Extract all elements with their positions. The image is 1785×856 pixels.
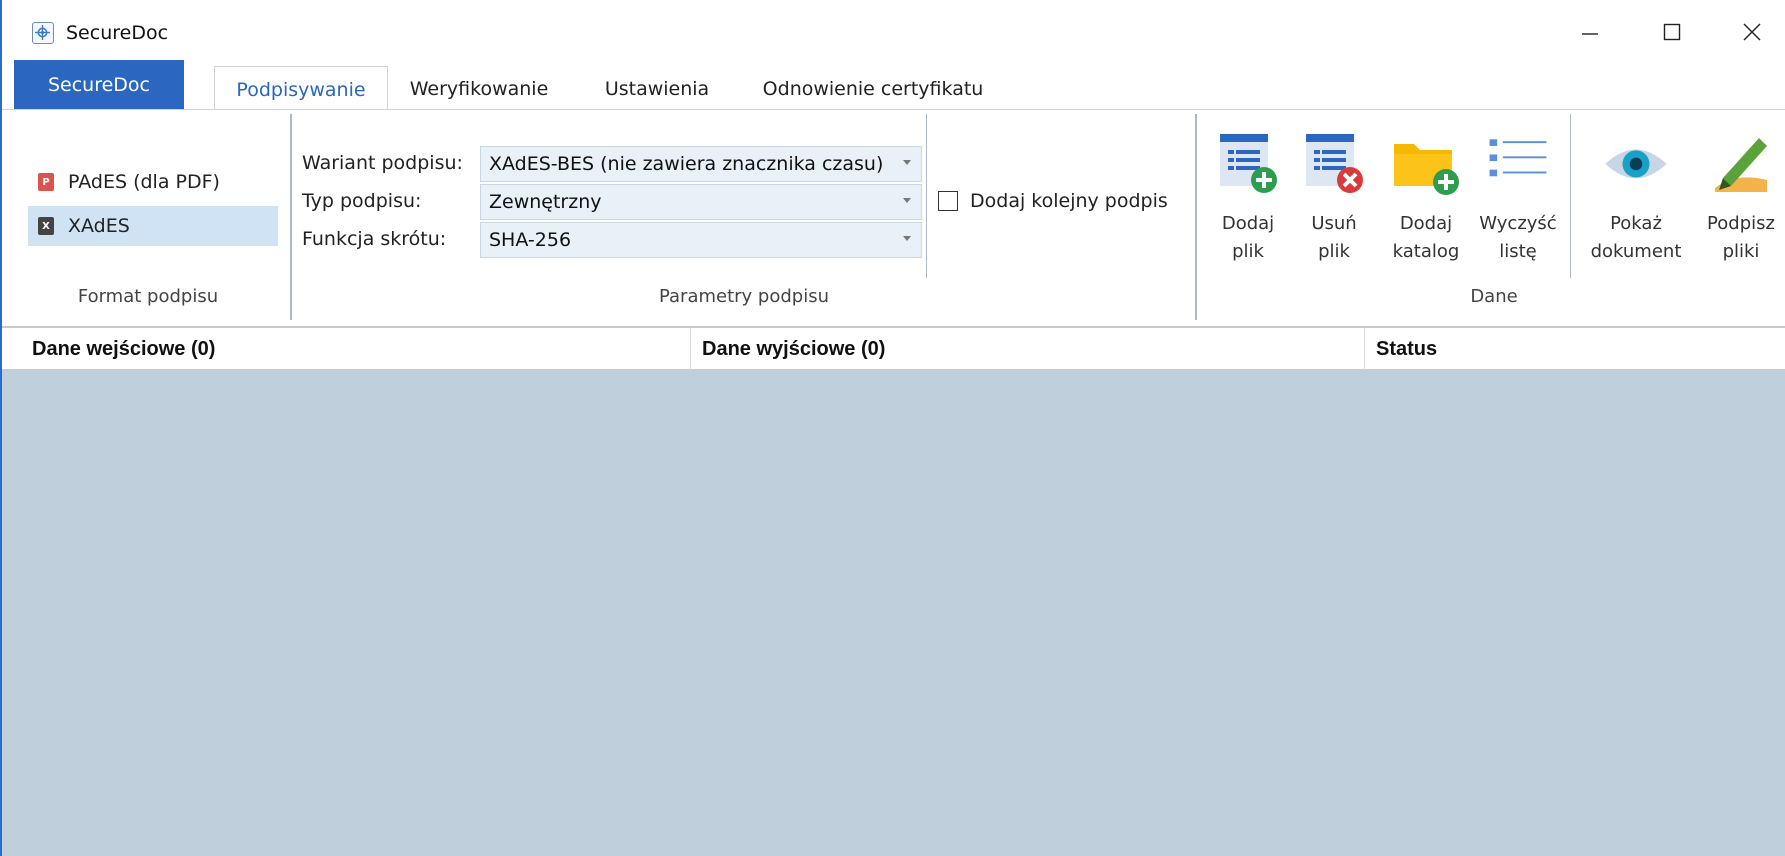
group-label-params: Parametry podpisu	[658, 286, 830, 307]
variant-label: Wariant podpisu:	[302, 152, 463, 174]
show-document-label-2: dokument	[1590, 241, 1682, 262]
add-folder-label-1: Dodaj	[1399, 213, 1453, 234]
group-separator	[1195, 114, 1197, 320]
table-header: Dane wejściowe (0) Dane wyjściowe (0) St…	[2, 326, 1785, 370]
format-pades[interactable]: P PAdES (dla PDF)	[28, 162, 278, 202]
add-file-label-2: plik	[1232, 241, 1264, 262]
group-label-data: Dane	[1470, 286, 1518, 307]
type-select[interactable]: Zewnętrzny	[480, 184, 922, 220]
tab-podpisywanie[interactable]: Podpisywanie	[214, 66, 388, 112]
type-label: Typ podpisu:	[302, 190, 422, 212]
clear-list-button[interactable]: Wyczyść listę	[1472, 124, 1564, 266]
format-xades[interactable]: X XAdES	[28, 206, 278, 246]
checkbox-box[interactable]	[938, 191, 958, 211]
app-window: SecureDoc SecureDoc Podpisywanie Weryfik…	[0, 0, 1785, 856]
sign-files-button[interactable]: Podpisz pliki	[1698, 124, 1784, 266]
title-bar: SecureDoc	[2, 0, 1785, 58]
xml-file-icon: X	[38, 217, 54, 235]
variant-value: XAdES-BES (nie zawiera znacznika czasu)	[489, 153, 884, 175]
group-separator	[290, 114, 292, 320]
add-file-label-1: Dodaj	[1221, 213, 1275, 234]
column-status[interactable]: Status	[1376, 328, 1437, 370]
chevron-down-icon	[903, 198, 911, 203]
add-file-icon	[1212, 124, 1284, 202]
clear-list-icon	[1482, 124, 1554, 202]
close-button[interactable]	[1722, 12, 1782, 52]
show-document-label-1: Pokaż	[1610, 213, 1662, 234]
window-title: SecureDoc	[66, 22, 169, 44]
add-folder-label-2: katalog	[1392, 241, 1460, 262]
remove-file-label-2: plik	[1318, 241, 1350, 262]
group-label-format: Format podpisu	[77, 286, 219, 307]
tab-app-menu[interactable]: SecureDoc	[14, 60, 184, 110]
file-list-area[interactable]	[2, 370, 1785, 856]
minimize-icon	[1582, 33, 1598, 35]
column-output-data[interactable]: Dane wyjściowe (0)	[702, 328, 885, 370]
eye-icon	[1600, 124, 1672, 202]
maximize-button[interactable]	[1642, 12, 1702, 52]
clear-list-label-2: listę	[1499, 241, 1537, 262]
add-folder-button[interactable]: Dodaj katalog	[1382, 124, 1470, 266]
add-signature-checkbox[interactable]: Dodaj kolejny podpis	[938, 190, 1168, 212]
maximize-icon	[1663, 23, 1681, 41]
ribbon-panel: P PAdES (dla PDF) X XAdES Format podpisu…	[2, 110, 1785, 326]
minimize-button[interactable]	[1560, 12, 1620, 52]
sign-pen-icon	[1705, 124, 1777, 202]
tab-ustawienia[interactable]: Ustawienia	[594, 68, 720, 110]
format-pades-label: PAdES (dla PDF)	[68, 171, 220, 193]
pdf-file-icon: P	[38, 173, 54, 191]
group-separator	[926, 114, 927, 278]
column-separator[interactable]	[690, 328, 691, 370]
hash-label: Funkcja skrótu:	[302, 228, 447, 250]
clear-list-label-1: Wyczyść	[1479, 213, 1557, 234]
variant-select[interactable]: XAdES-BES (nie zawiera znacznika czasu)	[480, 146, 922, 182]
column-input-data[interactable]: Dane wejściowe (0)	[32, 328, 215, 370]
group-separator	[1570, 114, 1571, 278]
tab-odnowienie-certyfikatu[interactable]: Odnowienie certyfikatu	[750, 68, 996, 110]
sign-files-label-1: Podpisz	[1707, 213, 1775, 234]
hash-select[interactable]: SHA-256	[480, 222, 922, 258]
remove-file-icon	[1298, 124, 1370, 202]
sign-files-label-2: pliki	[1722, 241, 1760, 262]
type-value: Zewnętrzny	[489, 191, 602, 213]
close-icon	[1743, 23, 1761, 41]
securedoc-logo-icon	[32, 22, 54, 44]
format-xades-label: XAdES	[68, 215, 130, 237]
add-signature-label: Dodaj kolejny podpis	[970, 190, 1168, 212]
hash-value: SHA-256	[489, 229, 572, 251]
ribbon-tabs: SecureDoc Podpisywanie Weryfikowanie Ust…	[2, 60, 1785, 112]
show-document-button[interactable]: Pokaż dokument	[1582, 124, 1690, 266]
chevron-down-icon	[903, 160, 911, 165]
add-file-button[interactable]: Dodaj plik	[1206, 124, 1290, 266]
remove-file-button[interactable]: Usuń plik	[1294, 124, 1374, 266]
column-separator[interactable]	[1364, 328, 1365, 370]
remove-file-label-1: Usuń	[1311, 213, 1357, 234]
chevron-down-icon	[903, 236, 911, 241]
add-folder-icon	[1390, 124, 1462, 202]
tab-weryfikowanie[interactable]: Weryfikowanie	[394, 68, 564, 110]
